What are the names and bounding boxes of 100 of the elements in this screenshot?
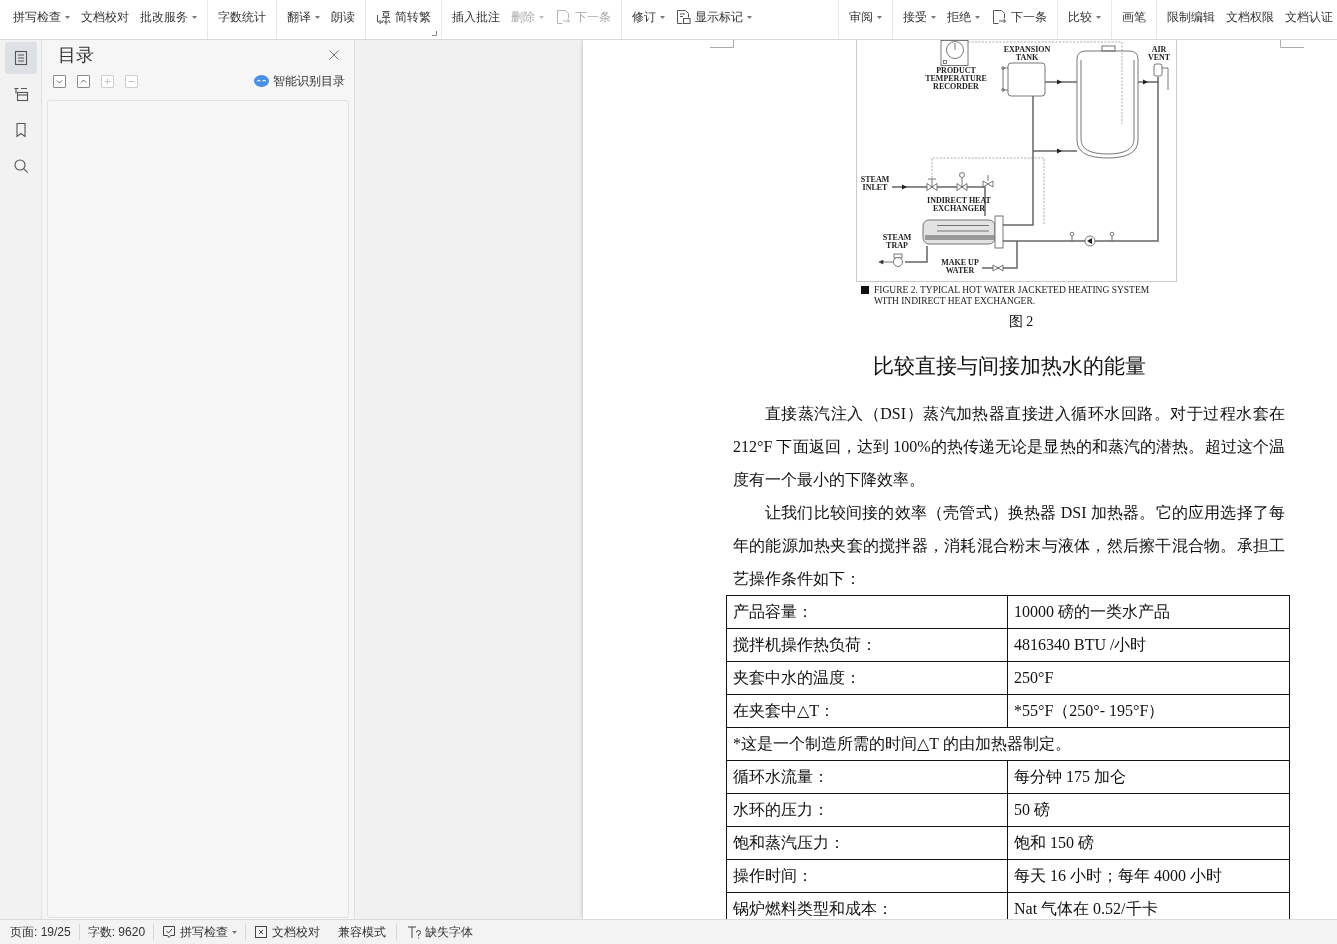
table-cell: 4816340 BTU /小时 [1007,628,1290,662]
caret-icon [192,15,197,19]
table-cell: *这是一个制造所需的时间△T 的由加热器制定。 [726,727,1290,761]
caret-icon [539,15,544,19]
toolbar-button[interactable]: 插入批注 [452,9,500,25]
table-cell: 50 磅 [1007,793,1290,827]
table-cell: 在夹套中△T： [726,694,1008,728]
toolbar-button[interactable]: 审阅 [849,9,882,25]
status-label[interactable]: 页面: 19/25 [2,924,80,940]
spell-check-button[interactable]: 拼写检查 [154,924,247,940]
square-bullet-icon [861,286,869,294]
toolbar-button[interactable]: 比较 [1068,9,1101,25]
table-cell: 搅拌机操作热负荷： [726,628,1008,662]
expand-button[interactable] [53,74,66,88]
close-icon [329,50,339,60]
diagram-label: MAKE UP WATER [941,258,979,275]
missing-font-button[interactable]: 缺失字体 [397,924,484,940]
caret-icon [747,15,752,19]
body-paragraph: 让我们比较间接的效率（壳管式）换热器 DSI 加热器。它的应用选择了每年的能源加热夹套的搅拌器，消耗混合粉末与液体，然后擦干混合物。承担工艺操作条件如下： [733,503,1285,589]
section-heading: 比较直接与间接加热水的能量 [872,353,1146,379]
table-cell: 每分钟 175 加仑 [1007,760,1290,794]
valve [982,174,994,188]
flow-arrow-icon [902,184,907,190]
close-button[interactable] [328,49,340,61]
toolbar-button[interactable]: 修订 [632,9,665,25]
figure-number: 图 2 [1008,313,1034,331]
caret-icon [65,15,70,19]
recorder-drawing [940,40,969,66]
contents-button[interactable] [4,42,37,74]
proofread-button[interactable]: 文档校对 [246,924,329,940]
table-cell: 250°F [1007,661,1290,695]
toolbar-button[interactable]: 朗读 [331,9,355,25]
chevron-down-icon [56,77,63,85]
toolbar-button[interactable]: 字数统计 [218,9,266,25]
valve [992,264,1004,272]
toolbar-button[interactable]: 下一条 [991,9,1047,25]
corner-mark-icon [710,40,734,48]
toolbar-button[interactable]: 显示标记 [676,9,752,25]
diagram-label: PRODUCT TEMPERATURE RECORDER [925,66,987,91]
table-cell: 产品容量： [726,595,1008,629]
page-arrow-icon [991,9,1007,25]
bot-icon [254,75,269,87]
table-cell: 饱和蒸汽压力： [726,826,1008,860]
convert-icon [376,9,391,25]
valve [956,172,968,191]
toolbar-button[interactable]: 画笔 [1122,9,1146,25]
toolbar-button[interactable]: 拼写检查 [13,9,70,25]
collapse-button[interactable] [77,74,90,88]
status-label[interactable]: 兼容模式 [328,924,398,940]
caret-icon [877,15,882,19]
expansion-tank [1001,62,1046,97]
diagram-label: AIR VENT [1147,45,1171,62]
search-icon [12,158,29,174]
document-markup-icon [676,9,691,25]
gauge [1069,231,1075,242]
toolbar-button[interactable]: 批改服务 [140,9,197,25]
x-square-icon [254,925,269,939]
toolbar-button[interactable]: 限制编辑 [1167,9,1215,25]
caret-icon [975,15,980,19]
table-cell: *55°F（250°- 195°F） [1007,694,1290,728]
table-cell: 水环的压力： [726,793,1008,827]
toolbar-button[interactable]: 文档认证 [1285,9,1333,25]
body-paragraph: 直接蒸汽注入（DSI）蒸汽加热器直接进入循环水回路。对于过程水套在 212°F 下面返回，达到 100%的热传递无论是显热的和蒸汽的潜热。超过这个温度有一个最小的下降效率。 [733,404,1285,490]
chevron-up-icon [80,77,87,85]
status-label[interactable]: 字数: 9620 [79,924,155,940]
flow-arrow-icon [1057,79,1062,85]
font-question-icon [407,925,422,939]
table-cell: 夹套中水的温度： [726,661,1008,695]
pump [1084,235,1096,247]
gauge [1109,231,1115,242]
table-cell: 循环水流量： [726,760,1008,794]
air-vent [1153,63,1169,91]
outline-icon [12,86,29,102]
table-cell: 操作时间： [726,859,1008,893]
toolbar-button[interactable]: 翻译 [287,9,320,25]
toolbar-button[interactable]: 文档权限 [1226,9,1274,25]
toolbar-button[interactable]: 文档校对 [81,9,129,25]
table-cell: 每天 16 小时；每年 4000 小时 [1007,859,1290,893]
toolbar-button[interactable]: 简转繁 [376,9,431,25]
page-arrow-icon [555,9,571,25]
plus-icon [104,77,111,85]
steam-trap [878,253,903,267]
flow-arrow-icon [1057,148,1062,154]
flow-arrow-icon [1143,79,1148,85]
toolbar-button[interactable]: 拒绝 [947,9,980,25]
corner-mark-icon [1280,40,1304,48]
caret-icon [660,15,665,19]
smart-toc-link[interactable]: 智能识别目录 [254,73,345,89]
diagram-label: STEAM INLET [860,175,890,192]
caret-icon [315,15,320,19]
toolbar-button[interactable]: 接受 [903,9,936,25]
table-cell: 饱和 150 磅 [1007,826,1290,860]
figure-caption: FIGURE 2. TYPICAL HOT WATER JACKETED HEATING SYSTEM WITH INDIRECT HEAT EXCHANGER. [874,285,1150,307]
panel-title: 目录 [58,44,94,67]
table-cell: 10000 磅的一类水产品 [1007,595,1290,629]
caret-icon [1096,15,1101,19]
corner-launcher-icon[interactable] [432,31,437,36]
diagram-label: INDIRECT HEAT EXCHANGER [927,196,991,213]
valve [926,178,938,191]
caret-icon [232,930,238,934]
